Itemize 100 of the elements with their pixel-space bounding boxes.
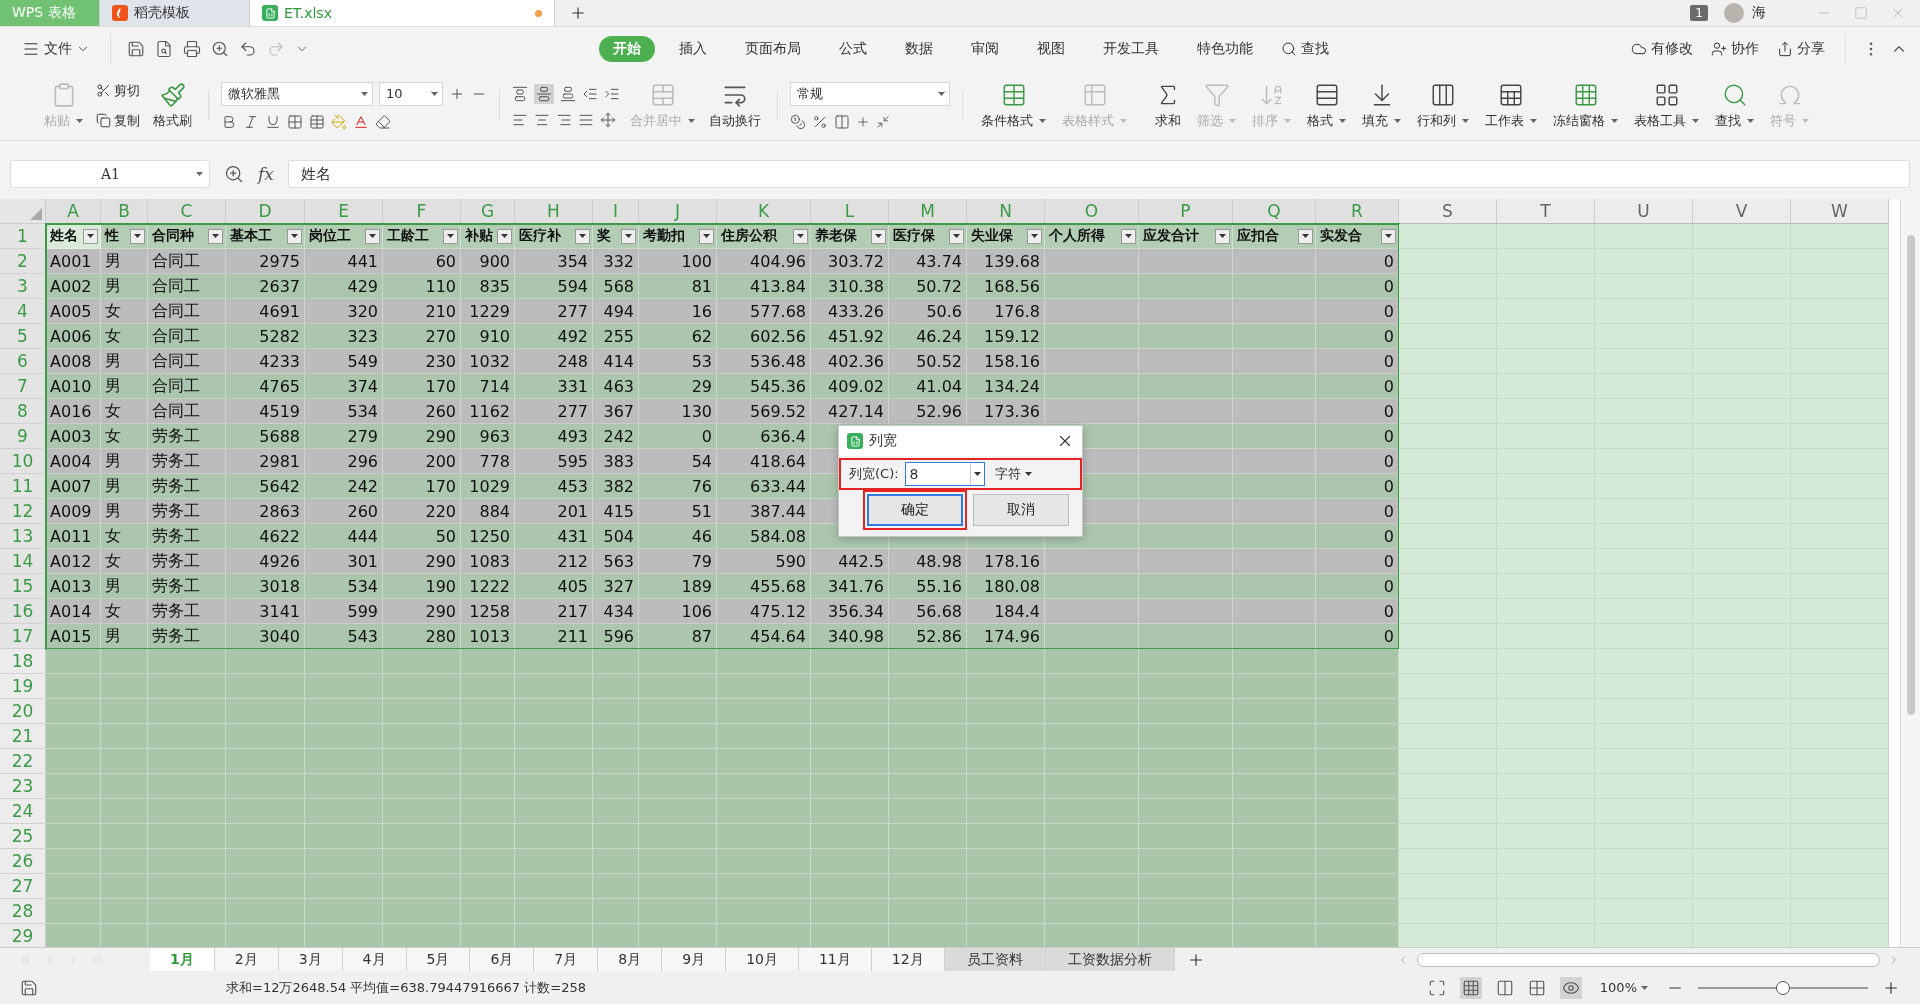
ribbon-tab[interactable]: 页面布局 [731,36,815,62]
document-tab[interactable]: 稻壳模板 [100,0,250,26]
eraser-icon[interactable] [375,113,391,130]
filter-dropdown[interactable] [871,228,886,244]
align-bottom-icon[interactable] [560,85,576,102]
normal-view-button[interactable] [1459,976,1482,999]
column-header[interactable]: H [515,199,593,224]
sheet-tab[interactable]: 9月 [662,948,727,971]
reading-layout-icon[interactable] [1527,978,1546,997]
ribbon-button[interactable]: 表格工具 [1630,79,1703,132]
sheet-tab[interactable]: 12月 [871,948,945,971]
font-size-field[interactable]: 10 [379,81,443,106]
font-color-icon[interactable] [353,113,369,130]
file-menu[interactable]: 文件 [18,38,94,60]
save-icon[interactable] [127,40,145,58]
filter-dropdown[interactable] [1298,228,1313,244]
column-header[interactable]: P [1139,199,1233,224]
page-break-icon[interactable] [1495,978,1514,997]
column-header[interactable]: G [461,199,515,224]
ribbon-button[interactable]: 查找 [1711,79,1758,132]
column-header[interactable]: E [305,199,383,224]
filter-dropdown[interactable] [1121,228,1136,244]
ribbon-tab[interactable]: 开始 [599,36,655,62]
sheet-tab[interactable]: 7月 [534,948,599,971]
column-header[interactable]: V [1693,199,1791,224]
ribbon-button[interactable]: 工作表 [1481,79,1541,132]
filter-dropdown[interactable] [287,228,302,244]
row-header[interactable]: 29 [0,924,46,947]
filter-dropdown[interactable] [365,228,380,244]
font-name-field[interactable]: 微软雅黑 [221,81,373,106]
filter-dropdown[interactable] [497,228,512,244]
filter-dropdown[interactable] [443,228,458,244]
ribbon-tab[interactable]: 插入 [665,36,721,62]
row-header[interactable]: 25 [0,824,46,849]
column-header[interactable]: J [639,199,717,224]
sheet-tab[interactable]: 5月 [406,948,471,971]
row-header[interactable]: 10 [0,449,46,474]
column-header[interactable]: W [1791,199,1889,224]
distribute-icon[interactable] [600,111,616,128]
formula-input[interactable]: 姓名 [287,160,1910,188]
format-painter-button[interactable]: 格式刷 [149,79,196,132]
ribbon-button[interactable]: 填充 [1358,79,1405,132]
search-button[interactable]: 查找 [1277,38,1333,60]
sheet-tab[interactable]: 4月 [342,948,407,971]
ribbon-button[interactable]: 格式 [1303,79,1350,132]
italic-icon[interactable] [243,113,259,130]
column-header[interactable]: U [1595,199,1693,224]
row-header[interactable]: 27 [0,874,46,899]
column-header[interactable]: M [889,199,967,224]
row-header[interactable]: 6 [0,349,46,374]
row-header[interactable]: 15 [0,574,46,599]
ribbon-tab[interactable]: 视图 [1023,36,1079,62]
row-header[interactable]: 2 [0,249,46,274]
preview-icon[interactable] [211,40,229,58]
vertical-scrollbar[interactable] [1900,199,1920,947]
column-header[interactable]: S [1399,199,1497,224]
ribbon-tab[interactable]: 审阅 [957,36,1013,62]
ribbon-tab[interactable]: 公式 [825,36,881,62]
fill-color-icon[interactable] [331,113,347,130]
bold-icon[interactable] [221,113,237,130]
column-header[interactable]: C [148,199,226,224]
document-tab[interactable]: WPS 表格 [0,0,100,26]
column-header[interactable]: R [1316,199,1399,224]
column-header[interactable]: I [593,199,639,224]
width-input[interactable]: 8 [904,462,985,486]
toolbar-button[interactable]: 分享 [1773,38,1829,60]
eye-protection-button[interactable] [1559,976,1582,999]
filter-dropdown[interactable] [1381,228,1396,244]
ribbon-button[interactable]: 求和 [1151,79,1185,132]
row-header[interactable]: 3 [0,274,46,299]
zoom-slider-thumb[interactable] [1776,980,1790,995]
row-header[interactable]: 19 [0,674,46,699]
row-header[interactable]: 22 [0,749,46,774]
column-header[interactable]: N [967,199,1045,224]
sheet-tab[interactable]: 2月 [214,948,279,971]
filter-dropdown[interactable] [699,228,714,244]
document-tab[interactable]: ET.xlsx [250,0,555,26]
ribbon-tab[interactable]: 数据 [891,36,947,62]
horizontal-scrollbar[interactable] [1416,952,1880,967]
column-header[interactable]: D [226,199,305,224]
row-header[interactable]: 11 [0,474,46,499]
function-label[interactable]: fx [258,164,274,184]
percent-icon[interactable] [812,113,828,130]
ok-button[interactable]: 确定 [867,494,963,526]
sheet-tab[interactable]: 员工资料 [944,948,1046,971]
sheet-status-icon[interactable] [20,978,38,997]
row-header[interactable]: 13 [0,524,46,549]
row-header[interactable]: 21 [0,724,46,749]
row-header[interactable]: 24 [0,799,46,824]
underline-icon[interactable] [265,113,281,130]
sheet-tab[interactable]: 3月 [278,948,343,971]
currency-icon[interactable] [790,113,806,130]
row-header[interactable]: 20 [0,699,46,724]
column-header[interactable]: B [101,199,148,224]
name-box[interactable]: A1 [10,160,210,188]
row-header[interactable]: 7 [0,374,46,399]
column-header[interactable]: Q [1233,199,1316,224]
row-header[interactable]: 8 [0,399,46,424]
row-header[interactable]: 18 [0,649,46,674]
toolbar-button[interactable]: 协作 [1707,38,1763,60]
